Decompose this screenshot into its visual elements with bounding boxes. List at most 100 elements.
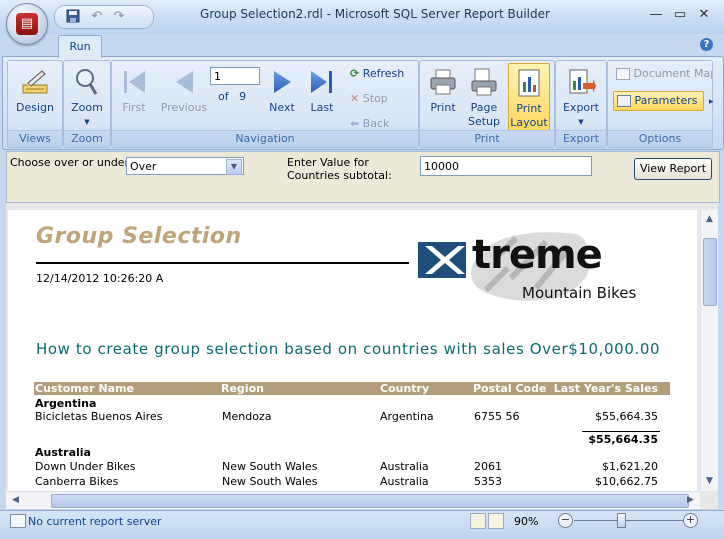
print-layout-icon xyxy=(518,69,540,97)
group-subtotal: $55,664.35 xyxy=(588,433,658,446)
report-builder-icon: ▤ xyxy=(16,13,38,35)
page-setup-label-2: Setup xyxy=(467,115,501,128)
design-view-icon[interactable] xyxy=(470,513,486,529)
horizontal-scroll-thumb[interactable] xyxy=(51,494,689,508)
horizontal-scrollbar[interactable]: ◀ ▶ xyxy=(6,491,700,509)
print-layout-label-2: Layout xyxy=(510,116,548,129)
table-row: Canberra Bikes New South Wales Australia… xyxy=(0,475,724,488)
back-label: Back xyxy=(362,117,390,130)
table-row: Down Under Bikes New South Wales Austral… xyxy=(0,460,724,473)
parameters-icon xyxy=(617,95,631,107)
column-header: Postal Code xyxy=(473,382,547,395)
customer-name-cell: Canberra Bikes xyxy=(35,475,119,488)
view-report-button[interactable]: View Report xyxy=(634,158,712,180)
region-cell: Mendoza xyxy=(222,410,272,423)
postal-code-cell: 2061 xyxy=(474,460,502,473)
column-header: Region xyxy=(221,382,264,395)
refresh-label: Refresh xyxy=(362,67,405,80)
table-header: Customer Name Region Country Postal Code… xyxy=(34,382,670,395)
country-cell: Australia xyxy=(380,460,429,473)
group-header: Argentina xyxy=(35,397,97,410)
xtreme-logo: treme Mountain Bikes xyxy=(416,228,678,306)
first-label: First xyxy=(122,101,146,114)
report-date: 12/14/2012 10:26:20 A xyxy=(36,272,164,285)
postal-code-cell: 6755 56 xyxy=(474,410,520,423)
close-button[interactable]: ✕ xyxy=(694,7,714,23)
chevron-down-icon: ▼ xyxy=(84,118,90,126)
first-page-button[interactable]: First xyxy=(116,67,152,115)
previous-page-icon xyxy=(176,71,193,93)
zoom-in-icon[interactable]: + xyxy=(683,513,698,528)
zoom-group-label: Zoom xyxy=(64,130,110,147)
print-button[interactable]: Print xyxy=(424,67,462,115)
vertical-scrollbar[interactable]: ▲ ▼ xyxy=(700,210,718,491)
document-map-icon xyxy=(616,68,630,80)
ribbon-scroll-right-icon[interactable]: ▸ xyxy=(709,97,714,107)
undo-icon[interactable]: ↶ xyxy=(89,9,105,25)
print-layout-button[interactable]: Print Layout xyxy=(508,63,550,135)
parameters-label: Parameters xyxy=(634,94,698,107)
print-label: Print xyxy=(430,101,456,114)
tab-run[interactable]: Run xyxy=(58,35,102,58)
page-setup-button[interactable]: Page Setup xyxy=(464,67,504,129)
quick-access-toolbar: ↶ ↷ xyxy=(54,5,154,29)
design-button[interactable]: Design xyxy=(12,67,58,115)
zoom-button[interactable]: Zoom ▼ xyxy=(64,67,110,129)
zoom-out-icon[interactable]: − xyxy=(558,513,573,528)
postal-code-cell: 5353 xyxy=(474,475,502,488)
over-under-value: Over xyxy=(130,160,157,173)
magnifier-icon xyxy=(76,69,98,95)
scroll-right-icon[interactable]: ▶ xyxy=(683,493,698,508)
previous-label: Previous xyxy=(160,101,208,114)
export-button[interactable]: Export ▼ xyxy=(558,67,604,129)
chevron-down-icon[interactable]: ▼ xyxy=(226,159,242,175)
maximize-button[interactable]: ▭ xyxy=(670,7,690,23)
scroll-left-icon[interactable]: ◀ xyxy=(8,493,23,508)
zoom-slider[interactable] xyxy=(574,520,684,521)
navigation-group-label: Navigation xyxy=(112,130,418,147)
countries-subtotal-label: Enter Value for Countries subtotal: xyxy=(287,156,392,182)
countries-subtotal-input[interactable]: 10000 xyxy=(420,156,592,176)
sales-cell: $1,621.20 xyxy=(602,460,658,473)
logo-wordmark: treme xyxy=(472,232,603,278)
zoom-group: Zoom ▼ Zoom xyxy=(63,60,111,148)
next-page-button[interactable]: Next xyxy=(264,67,300,115)
views-group: Design Views xyxy=(7,60,63,148)
print-group-label: Print xyxy=(420,130,554,147)
document-map-label: Document Map xyxy=(633,67,713,80)
scroll-up-icon[interactable]: ▲ xyxy=(702,212,717,227)
report-title: Group Selection xyxy=(36,224,242,249)
scroll-down-icon[interactable]: ▼ xyxy=(702,474,717,489)
run-view-icon[interactable] xyxy=(488,513,504,529)
server-status: No current report server xyxy=(28,515,162,528)
redo-icon[interactable]: ↷ xyxy=(111,9,127,25)
document-map-button[interactable]: Document Map xyxy=(616,65,713,83)
table-row: Bicicletas Buenos Aires Mendoza Argentin… xyxy=(0,410,724,423)
stop-button[interactable]: ✕ Stop xyxy=(350,90,388,108)
customer-name-cell: Down Under Bikes xyxy=(35,460,136,473)
refresh-button[interactable]: ⟳ Refresh xyxy=(350,65,404,83)
over-under-select[interactable]: Over ▼ xyxy=(126,157,244,175)
export-group-label: Export xyxy=(556,130,606,147)
export-icon xyxy=(569,69,596,94)
over-under-label: Choose over or under xyxy=(10,156,130,169)
last-page-icon xyxy=(311,71,332,93)
page-setup-icon xyxy=(471,68,497,96)
stop-label: Stop xyxy=(362,92,388,105)
help-icon[interactable]: ? xyxy=(700,38,713,51)
zoom-slider-thumb[interactable] xyxy=(617,513,626,528)
previous-page-button[interactable]: Previous xyxy=(158,67,210,115)
column-header: Customer Name xyxy=(35,382,134,395)
page-number-input[interactable] xyxy=(210,67,260,85)
vertical-scroll-thumb[interactable] xyxy=(703,238,717,306)
save-icon[interactable] xyxy=(65,9,81,25)
region-cell: New South Wales xyxy=(222,460,318,473)
column-header: Country xyxy=(380,382,430,395)
parameters-button[interactable]: Parameters xyxy=(613,91,704,111)
last-label: Last xyxy=(310,101,334,114)
last-page-button[interactable]: Last xyxy=(304,67,340,115)
report-server-icon xyxy=(10,514,26,528)
minimize-button[interactable]: — xyxy=(646,7,666,23)
sales-cell: $55,664.35 xyxy=(595,410,658,423)
application-menu-button[interactable]: ▤ xyxy=(6,3,48,45)
